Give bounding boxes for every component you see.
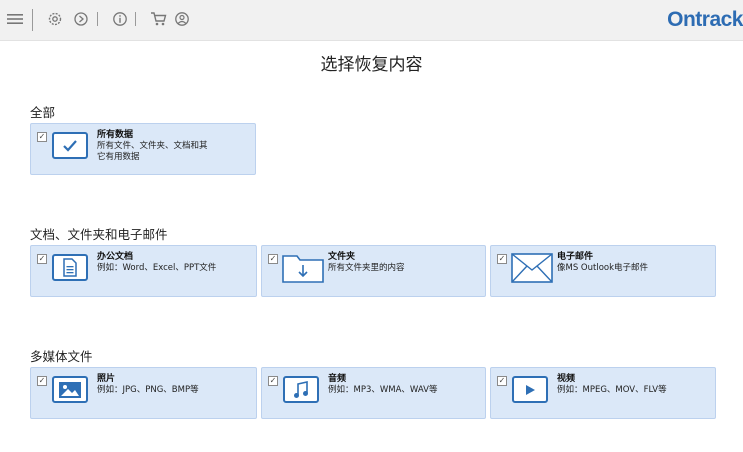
- image-icon: [52, 376, 88, 403]
- card-text: 视频 例如：MPEG、MOV、FLV等: [557, 374, 711, 396]
- toolbar-divider: [32, 9, 33, 31]
- toolbar-divider: [97, 12, 98, 26]
- card-text: 文件夹 所有文件夹里的内容: [328, 252, 481, 274]
- card-title: 电子邮件: [557, 252, 594, 262]
- document-icon: [52, 254, 88, 281]
- page-title: 选择恢复内容: [320, 55, 423, 75]
- card-desc: 它有用数据: [97, 152, 140, 162]
- section-title-media: 多媒体文件: [30, 349, 93, 364]
- section-title-all: 全部: [30, 105, 56, 120]
- card-video[interactable]: ✓ 视频 例如：MPEG、MOV、FLV等: [490, 367, 716, 419]
- checkbox[interactable]: ✓: [497, 376, 507, 386]
- info-icon[interactable]: [109, 8, 131, 30]
- toolbar-divider: [135, 12, 136, 26]
- gear-icon[interactable]: [44, 8, 66, 30]
- card-text: 照片 例如：JPG、PNG、BMP等: [97, 374, 252, 396]
- card-all-data[interactable]: ✓ 所有数据 所有文件、文件夹、文档和其 它有用数据: [30, 123, 256, 175]
- card-title: 照片: [97, 374, 116, 384]
- brand-logo: Ontrack: [667, 8, 743, 31]
- card-title: 文件夹: [328, 252, 356, 262]
- checkbox[interactable]: ✓: [37, 132, 47, 142]
- music-note-icon: [283, 376, 319, 403]
- card-title: 所有数据: [97, 130, 134, 140]
- folder-icon: [281, 250, 325, 284]
- card-text: 所有数据 所有文件、文件夹、文档和其 它有用数据: [97, 130, 251, 163]
- card-desc: 所有文件夹里的内容: [328, 263, 405, 273]
- card-office-docs[interactable]: ✓ 办公文档 例如：Word、Excel、PPT文件: [30, 245, 257, 297]
- card-text: 电子邮件 像MS Outlook电子邮件: [557, 252, 711, 274]
- card-desc: 例如：JPG、PNG、BMP等: [97, 385, 199, 395]
- checkbox[interactable]: ✓: [497, 254, 507, 264]
- checkmark-icon: [52, 132, 88, 159]
- card-desc: 例如：Word、Excel、PPT文件: [97, 263, 217, 273]
- envelope-icon: [511, 252, 553, 284]
- card-photos[interactable]: ✓ 照片 例如：JPG、PNG、BMP等: [30, 367, 257, 419]
- card-desc: 所有文件、文件夹、文档和其: [97, 141, 208, 151]
- card-desc: 例如：MP3、WMA、WAV等: [328, 385, 438, 395]
- card-title: 办公文档: [97, 252, 134, 262]
- section-title-docs: 文档、文件夹和电子邮件: [30, 227, 168, 242]
- play-icon: [512, 376, 548, 403]
- card-folders[interactable]: ✓ 文件夹 所有文件夹里的内容: [261, 245, 486, 297]
- cart-icon[interactable]: [147, 8, 169, 30]
- card-text: 音频 例如：MP3、WMA、WAV等: [328, 374, 481, 396]
- checkbox[interactable]: ✓: [268, 376, 278, 386]
- top-toolbar: Ontrack: [0, 0, 743, 41]
- card-title: 音频: [328, 374, 347, 384]
- checkbox[interactable]: ✓: [268, 254, 278, 264]
- card-email[interactable]: ✓ 电子邮件 像MS Outlook电子邮件: [490, 245, 716, 297]
- checkbox[interactable]: ✓: [37, 254, 47, 264]
- checkbox[interactable]: ✓: [37, 376, 47, 386]
- card-audio[interactable]: ✓ 音频 例如：MP3、WMA、WAV等: [261, 367, 486, 419]
- card-title: 视频: [557, 374, 576, 384]
- restore-icon[interactable]: [70, 8, 92, 30]
- user-icon[interactable]: [171, 8, 193, 30]
- card-text: 办公文档 例如：Word、Excel、PPT文件: [97, 252, 252, 274]
- card-desc: 像MS Outlook电子邮件: [557, 263, 649, 273]
- menu-icon[interactable]: [4, 8, 26, 30]
- card-desc: 例如：MPEG、MOV、FLV等: [557, 385, 667, 395]
